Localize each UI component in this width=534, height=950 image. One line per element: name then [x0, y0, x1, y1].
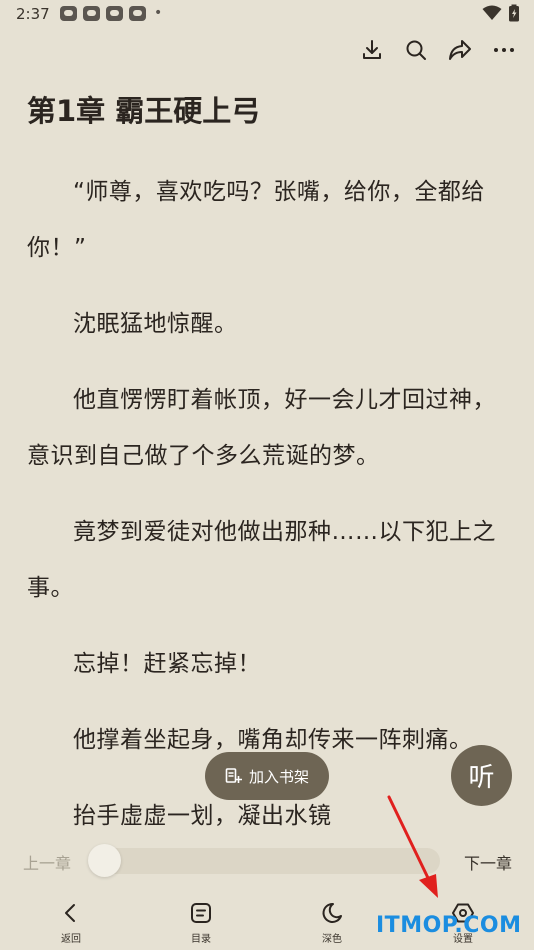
download-button[interactable] [360, 36, 384, 64]
paragraph: “师尊，喜欢吃吗？张嘴，给你，全都给你！” [27, 179, 485, 261]
app-notification-icon [106, 5, 123, 21]
wifi-icon [482, 5, 502, 20]
add-to-shelf-button[interactable]: 加入书架 [205, 752, 329, 800]
paragraph: 忘掉！赶紧忘掉！ [73, 651, 261, 677]
nav-catalog-label: 目录 [191, 934, 211, 945]
add-to-shelf-label: 加入书架 [248, 767, 309, 786]
chapter-title: 第1章 霸王硬上弓 [27, 94, 261, 128]
progress-slider[interactable] [92, 848, 440, 874]
app-notification-icon [83, 5, 100, 21]
listen-button[interactable]: 听 [451, 745, 512, 806]
nav-back[interactable]: 返回 [41, 900, 101, 945]
reader-toolbar [360, 36, 516, 64]
nav-catalog[interactable]: 目录 [171, 900, 231, 945]
paragraph: 沈眠猛地惊醒。 [73, 311, 238, 337]
status-notification-icons: • [60, 5, 162, 21]
progress-slider-thumb[interactable] [88, 844, 121, 877]
chapter-content[interactable]: “师尊，喜欢吃吗？张嘴，给你，全都给你！” 沈眠猛地惊醒。 他直愣愣盯着帐顶，好… [27, 164, 511, 834]
download-icon [363, 40, 381, 59]
back-icon [65, 904, 75, 922]
status-bar: 2:37 • [0, 0, 534, 30]
more-notifications-dot: • [154, 5, 163, 21]
more-icon [494, 48, 514, 52]
moon-icon [322, 902, 342, 923]
nav-dark-label: 深色 [322, 934, 342, 945]
nav-dark-mode[interactable]: 深色 [302, 900, 362, 945]
more-button[interactable] [492, 36, 516, 64]
app-notification-icon [129, 5, 146, 21]
watermark: ITMOP.COM [376, 913, 522, 938]
status-time: 2:37 [16, 5, 50, 23]
battery-icon [509, 4, 519, 22]
next-chapter-button[interactable]: 下一章 [464, 850, 512, 874]
search-icon [406, 40, 426, 60]
paragraph: 竟梦到爱徒对他做出那种……以下犯上之事。 [27, 519, 496, 601]
catalog-icon [191, 903, 211, 923]
status-right [482, 4, 520, 22]
prev-chapter-button[interactable]: 上一章 [23, 850, 71, 874]
paragraph: 他直愣愣盯着帐顶，好一会儿才回过神，意识到自己做了个多么荒诞的梦。 [27, 387, 496, 469]
listen-label: 听 [468, 763, 495, 793]
app-notification-icon [60, 5, 77, 21]
share-icon [449, 40, 471, 60]
add-shelf-icon [225, 768, 242, 783]
nav-back-label: 返回 [61, 934, 81, 945]
share-button[interactable] [448, 36, 472, 64]
search-button[interactable] [404, 36, 428, 64]
